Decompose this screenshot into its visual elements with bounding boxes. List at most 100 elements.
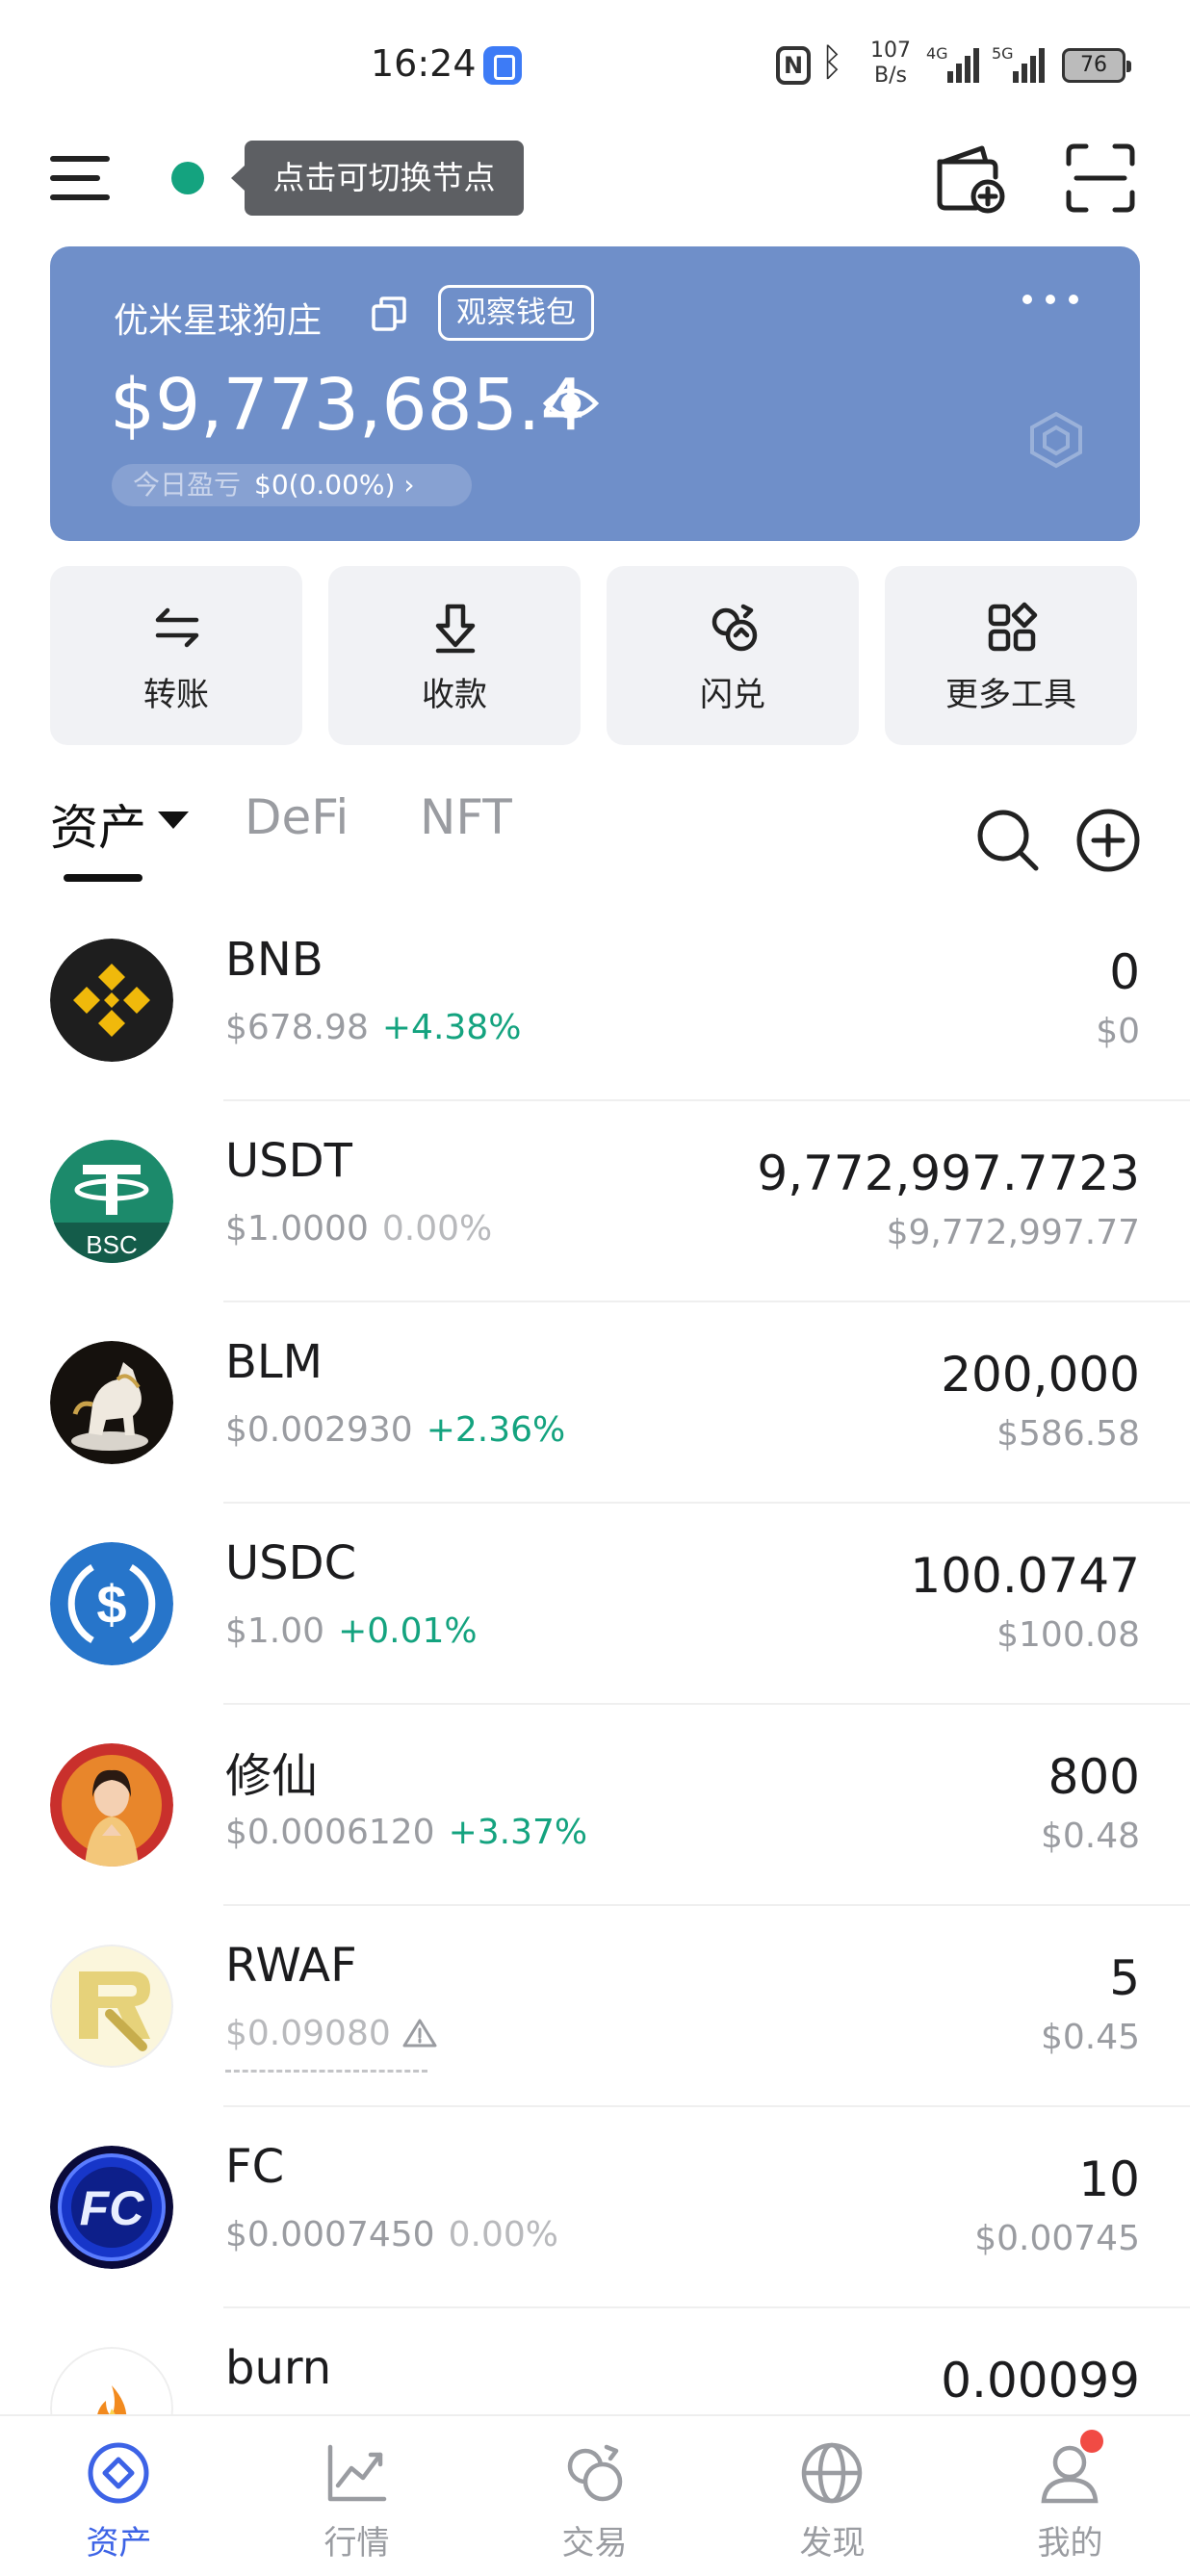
xiuxian-logo-icon — [50, 1743, 173, 1867]
token-price-value: $0.0006120 — [225, 1813, 435, 1852]
svg-text:$: $ — [96, 1574, 126, 1635]
battery-icon: 76 — [1062, 48, 1131, 83]
token-change: +2.36% — [426, 1410, 566, 1450]
more-tools-label: 更多工具 — [945, 676, 1076, 714]
blm-logo-icon — [50, 1341, 173, 1464]
token-symbol: BLM — [225, 1335, 323, 1389]
copy-icon[interactable] — [370, 295, 408, 333]
token-price: $678.98 +4.38% — [225, 1008, 521, 1047]
tab-active-indicator — [64, 874, 142, 882]
nav-profile[interactable]: 我的 — [951, 2416, 1189, 2576]
token-price: $0.0006120 +3.37% — [225, 1813, 587, 1852]
token-price-value: $678.98 — [225, 1008, 369, 1047]
token-value: $586.58 — [996, 1414, 1140, 1454]
token-amount: 200,000 — [941, 1347, 1140, 1403]
nav-label: 资产 — [86, 2524, 152, 2563]
token-amount: 0 — [1109, 944, 1140, 1000]
add-wallet-icon[interactable] — [934, 142, 1007, 214]
swap-button[interactable]: 闪兑 — [607, 566, 859, 745]
token-change: 0.00% — [381, 1209, 493, 1249]
rwaf-logo-icon — [50, 1945, 173, 2068]
transfer-button[interactable]: 转账 — [50, 566, 302, 745]
token-row-xiuxian[interactable]: 修仙 $0.0006120 +3.37% 800 $0.48 — [0, 1705, 1190, 1906]
eye-icon[interactable] — [543, 383, 599, 424]
warning-icon[interactable] — [402, 2018, 437, 2048]
node-switch-tooltip[interactable]: 点击可切换节点 — [231, 141, 524, 216]
token-symbol: 修仙 — [225, 1749, 319, 1803]
bnb-logo-icon — [50, 939, 173, 1062]
token-change: +4.38% — [381, 1008, 522, 1047]
today-pnl-label: 今日盈亏 — [133, 469, 242, 501]
search-icon[interactable] — [974, 807, 1042, 874]
token-amount: 0.00099 — [941, 2353, 1140, 2409]
token-row-blm[interactable]: BLM $0.002930 +2.36% 200,000 $586.58 — [0, 1302, 1190, 1504]
chevron-right-icon: › — [403, 469, 415, 501]
token-row-rwaf[interactable]: RWAF $0.09080 5 $0.45 — [0, 1906, 1190, 2107]
nfc-icon: N — [776, 46, 811, 85]
unverified-underline — [225, 2070, 427, 2073]
token-change: +0.01% — [338, 1611, 478, 1651]
token-value: $0 — [1096, 1012, 1140, 1051]
token-symbol: burn — [225, 2341, 332, 2395]
token-price-value: $0.002930 — [225, 1410, 413, 1450]
today-pnl-value: $0(0.00%) — [254, 469, 396, 501]
signal-icon: 4G — [926, 44, 984, 83]
tab-defi[interactable]: DeFi — [245, 789, 349, 845]
bnb-chain-icon — [1030, 411, 1082, 469]
receive-label: 收款 — [422, 676, 487, 714]
token-row-usdc[interactable]: $ USDC $1.00 +0.01% 100.0747 $100.08 — [0, 1504, 1190, 1705]
receive-button[interactable]: 收款 — [328, 566, 581, 745]
nav-trade[interactable]: 交易 — [476, 2416, 713, 2576]
token-symbol: BNB — [225, 933, 323, 987]
assets-icon — [88, 2442, 149, 2504]
usdc-logo-icon: $ — [50, 1542, 173, 1665]
tab-assets[interactable]: 资产 — [50, 789, 146, 859]
token-row-usdt[interactable]: BSC USDT $1.0000 0.00% 9,772,997.7723 $9,… — [0, 1101, 1190, 1302]
add-token-icon[interactable] — [1074, 807, 1142, 874]
nav-assets[interactable]: 资产 — [0, 2416, 238, 2576]
token-price-value: $1.00 — [225, 1611, 325, 1651]
token-price: $0.09080 — [225, 2014, 437, 2053]
swap-label: 闪兑 — [700, 676, 765, 714]
transfer-icon — [155, 607, 199, 648]
token-row-fc[interactable]: FC FC $0.0007450 0.00% 10 $0.00745 — [0, 2107, 1190, 2308]
token-amount: 800 — [1048, 1749, 1140, 1805]
token-row-bnb[interactable]: BNB $678.98 +4.38% 0 $0 — [0, 900, 1190, 1101]
signal-type-label: 5G — [992, 44, 1014, 63]
bottom-nav: 资产 行情 交易 发现 我的 — [0, 2414, 1190, 2576]
svg-text:FC: FC — [80, 2181, 145, 2235]
today-pnl[interactable]: 今日盈亏 $0(0.00%) › — [112, 464, 472, 506]
token-change: 0.00% — [448, 2215, 558, 2254]
menu-icon[interactable] — [50, 152, 117, 204]
token-symbol: FC — [225, 2140, 285, 2194]
signal-type-label: 4G — [926, 44, 948, 63]
node-status-dot[interactable] — [171, 162, 204, 194]
token-value: $0.48 — [1040, 1816, 1140, 1856]
tab-nft[interactable]: NFT — [420, 789, 512, 845]
token-price-value: $1.0000 — [225, 1209, 369, 1249]
notification-badge — [1080, 2430, 1103, 2453]
token-symbol: USDT — [225, 1134, 352, 1188]
more-tools-button[interactable]: 更多工具 — [885, 566, 1137, 745]
discover-icon — [801, 2442, 863, 2504]
bluetooth-icon: ᛒ — [820, 40, 843, 85]
status-time: 16:24 — [371, 42, 477, 85]
swap-icon — [711, 604, 758, 652]
token-value: $100.08 — [996, 1615, 1140, 1655]
more-icon[interactable] — [1022, 295, 1080, 308]
nav-label: 交易 — [561, 2524, 628, 2563]
fc-logo-icon: FC — [50, 2146, 173, 2269]
token-value: $0.45 — [1040, 2018, 1140, 2057]
receive-icon — [435, 604, 476, 654]
watch-wallet-badge: 观察钱包 — [438, 285, 594, 341]
transfer-label: 转账 — [143, 676, 209, 714]
nav-market[interactable]: 行情 — [238, 2416, 476, 2576]
nav-discover[interactable]: 发现 — [713, 2416, 951, 2576]
trade-icon — [567, 2444, 623, 2502]
chain-tag: BSC — [86, 1230, 137, 1259]
token-price: $0.002930 +2.36% — [225, 1410, 565, 1450]
caret-down-icon[interactable] — [158, 811, 189, 829]
wallet-card[interactable]: 优米星球狗庄 观察钱包 $9,773,685.4 今日盈亏 $0(0.00%) › — [50, 246, 1140, 541]
scan-icon[interactable] — [1065, 142, 1136, 214]
token-value: $0.00745 — [974, 2219, 1140, 2258]
